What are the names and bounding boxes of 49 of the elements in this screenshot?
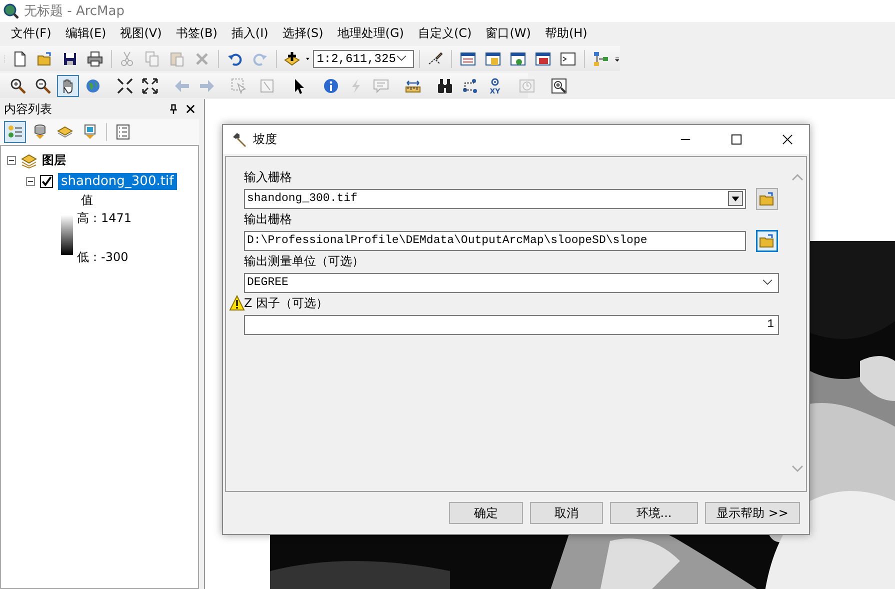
open-folder-icon[interactable]: [756, 188, 778, 210]
dialog-title: 坡度: [253, 131, 277, 148]
menu-item[interactable]: 地理处理(G): [330, 25, 411, 42]
color-ramp: [61, 215, 73, 255]
dialog-button[interactable]: 取消: [530, 502, 603, 524]
menu-item[interactable]: 自定义(C): [410, 25, 479, 42]
dialog-button[interactable]: 确定: [449, 502, 523, 524]
pin-icon[interactable]: [169, 104, 178, 114]
input-field[interactable]: D:\ProfessionalProfile\DEMdata\OutputArcMap\sloopeSD\slope: [244, 230, 746, 250]
chevron-down-icon[interactable]: [762, 279, 773, 286]
field-label: 输出栅格: [244, 211, 292, 228]
select-dropdown[interactable]: DEGREE: [244, 272, 779, 292]
menu-item[interactable]: 帮助(H): [538, 25, 594, 42]
close-icon[interactable]: [782, 134, 793, 145]
menu-item[interactable]: 选择(S): [275, 25, 330, 42]
window-title: 无标题 - ArcMap: [24, 3, 124, 20]
legend-label: 高：1471: [77, 210, 132, 227]
layers-icon: [21, 152, 37, 168]
dialog-button[interactable]: 显示帮助 >>: [705, 502, 800, 524]
collapse-toggle[interactable]: [7, 156, 16, 165]
menu-item[interactable]: 编辑(E): [58, 25, 114, 42]
layer-item[interactable]: shandong_300.tif: [58, 173, 177, 190]
collapse-toggle[interactable]: [26, 177, 35, 186]
menu-item[interactable]: 插入(I): [224, 25, 276, 42]
open-folder-icon[interactable]: [756, 230, 778, 252]
menu-item[interactable]: 文件(F): [4, 25, 58, 42]
legend-heading: 值: [80, 192, 94, 209]
field-label: 输出测量单位（可选）: [244, 253, 364, 270]
hand-icon[interactable]: [57, 74, 79, 96]
field-label: Z 因子（可选）: [244, 295, 328, 312]
close-icon[interactable]: [186, 104, 195, 114]
menu-item[interactable]: 视图(V): [113, 25, 169, 42]
menu-item[interactable]: 窗口(W): [478, 25, 538, 42]
chevron-down-icon[interactable]: [396, 55, 407, 62]
maximize-icon[interactable]: [731, 134, 742, 145]
dialog-button[interactable]: 环境...: [610, 502, 698, 524]
checkbox[interactable]: [40, 175, 53, 188]
input-field[interactable]: 1: [244, 314, 779, 334]
layer-group-label[interactable]: 图层: [42, 152, 66, 169]
legend-label: 低：-300: [77, 249, 130, 266]
scale-dropdown[interactable]: 1:2,611,325: [312, 50, 414, 68]
globe-magnifier-icon: [3, 3, 19, 19]
input-dropdown[interactable]: shandong_300.tif: [244, 188, 746, 208]
caret-icon[interactable]: [306, 56, 310, 60]
list-by-drawing-order-icon[interactable]: [4, 121, 26, 143]
hammer-icon: [231, 132, 247, 148]
field-label: 输入栅格: [244, 169, 292, 186]
menu-item[interactable]: 书签(B): [168, 25, 224, 42]
panel-title: 内容列表: [4, 100, 53, 118]
